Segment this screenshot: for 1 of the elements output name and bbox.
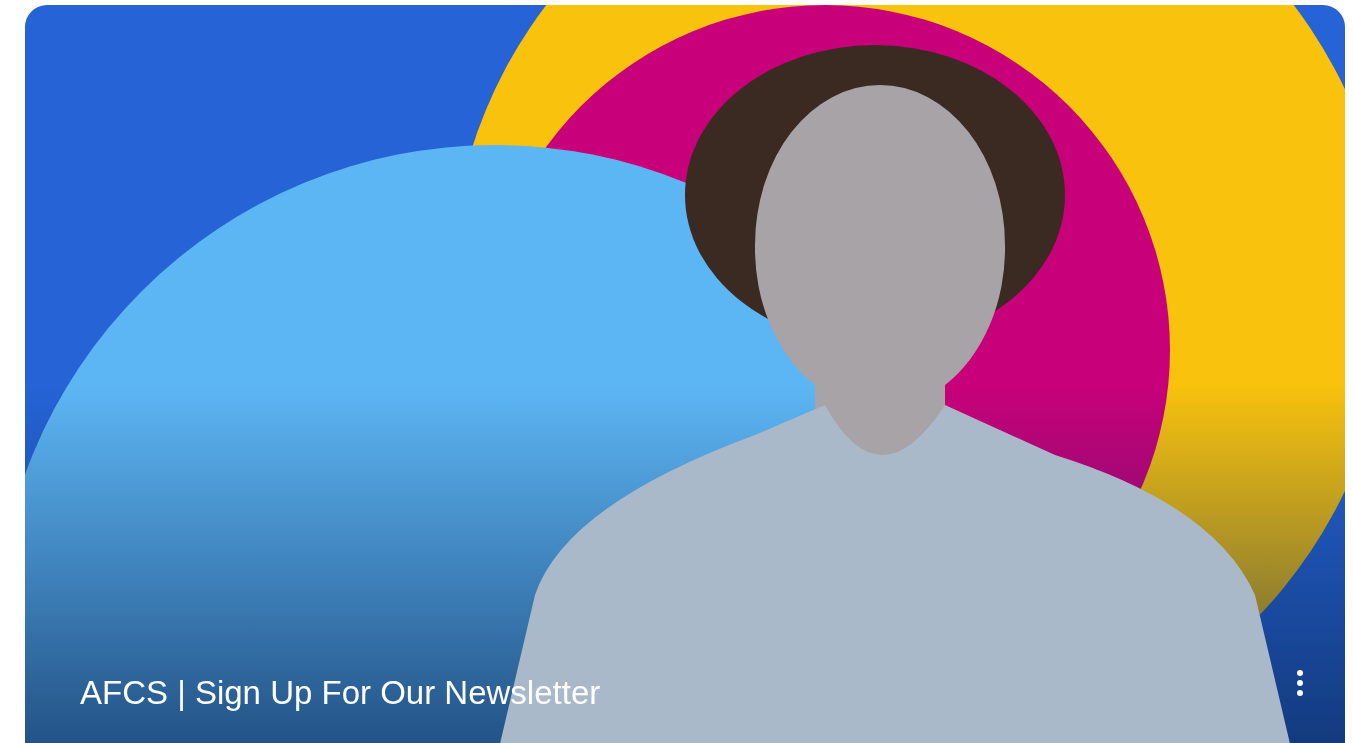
vertical-dots-icon (1297, 670, 1303, 696)
